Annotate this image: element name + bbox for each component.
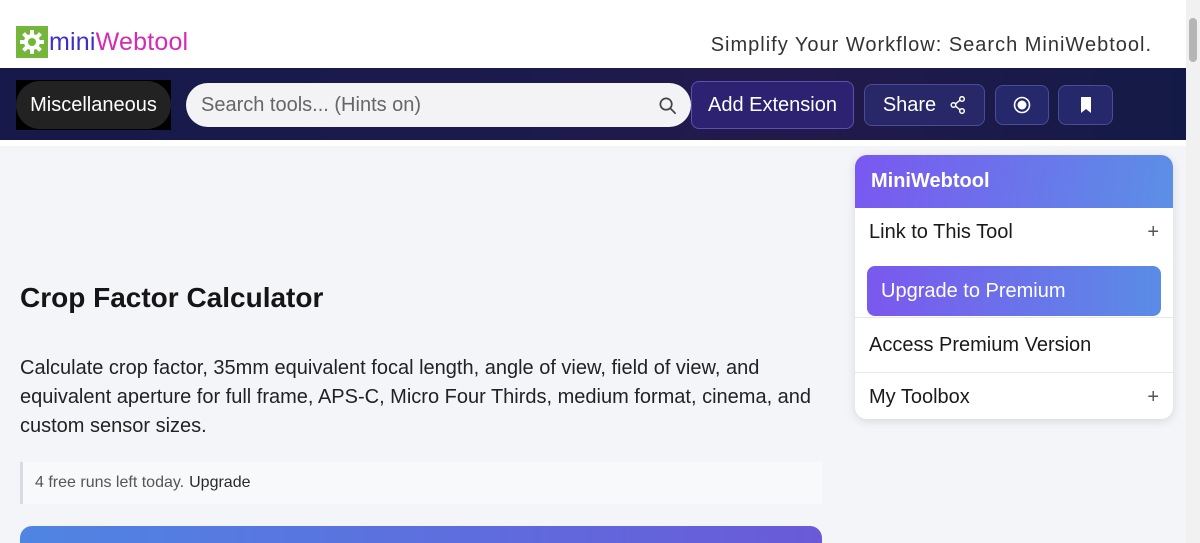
- record-icon: [1013, 96, 1031, 114]
- category-button[interactable]: Miscellaneous: [16, 80, 171, 130]
- bookmark-button[interactable]: [1058, 85, 1113, 125]
- access-premium-item[interactable]: Access Premium Version: [855, 318, 1173, 372]
- free-runs-text: 4 free runs left today.: [35, 474, 185, 491]
- record-button[interactable]: [995, 85, 1049, 125]
- my-toolbox-item[interactable]: My Toolbox +: [855, 373, 1173, 419]
- scrollbar-thumb[interactable]: [1189, 18, 1197, 62]
- top-header: miniWebtool Simplify Your Workflow: Sear…: [0, 0, 1186, 68]
- my-toolbox-label: My Toolbox: [869, 385, 970, 408]
- search-icon[interactable]: [658, 96, 677, 115]
- free-runs-notice: 4 free runs left today. Upgrade: [20, 462, 822, 504]
- share-button[interactable]: Share: [864, 84, 985, 126]
- search-input[interactable]: [201, 93, 641, 117]
- logo-text: miniWebtool: [49, 26, 188, 58]
- upgrade-premium-button[interactable]: Upgrade to Premium: [867, 266, 1161, 316]
- plus-icon: +: [1147, 220, 1159, 243]
- bookmark-icon: [1080, 97, 1091, 113]
- site-logo[interactable]: miniWebtool: [16, 26, 188, 58]
- share-icon: [950, 96, 966, 114]
- upgrade-link[interactable]: Upgrade: [189, 474, 250, 492]
- page-title: Crop Factor Calculator: [20, 282, 324, 313]
- plus-icon: +: [1147, 385, 1159, 408]
- sidebar-title: MiniWebtool: [855, 155, 1173, 208]
- tagline: Simplify Your Workflow: Search MiniWebto…: [710, 34, 1152, 56]
- share-label: Share: [882, 93, 937, 116]
- access-premium-label: Access Premium Version: [869, 333, 1092, 356]
- link-to-tool-label: Link to This Tool: [869, 220, 1013, 243]
- link-to-tool-item[interactable]: Link to This Tool +: [855, 208, 1173, 256]
- scrollbar[interactable]: [1186, 0, 1200, 543]
- search-box[interactable]: [186, 83, 691, 127]
- page-description: Calculate crop factor, 35mm equivalent f…: [20, 357, 812, 437]
- sidebar-card: MiniWebtool Link to This Tool + Upgrade …: [855, 155, 1173, 419]
- nav-bar: Miscellaneous Add Extension Share: [0, 68, 1186, 140]
- add-extension-button[interactable]: Add Extension: [691, 81, 854, 129]
- premium-wrap: Upgrade to Premium: [855, 256, 1173, 317]
- gear-icon: [16, 26, 48, 58]
- logo-webtool-text: Webtool: [95, 28, 189, 56]
- category-label: Miscellaneous: [16, 81, 171, 129]
- nav-divider: [0, 140, 1186, 146]
- calculator-panel-header: [20, 526, 822, 543]
- logo-mini-text: mini: [49, 28, 96, 56]
